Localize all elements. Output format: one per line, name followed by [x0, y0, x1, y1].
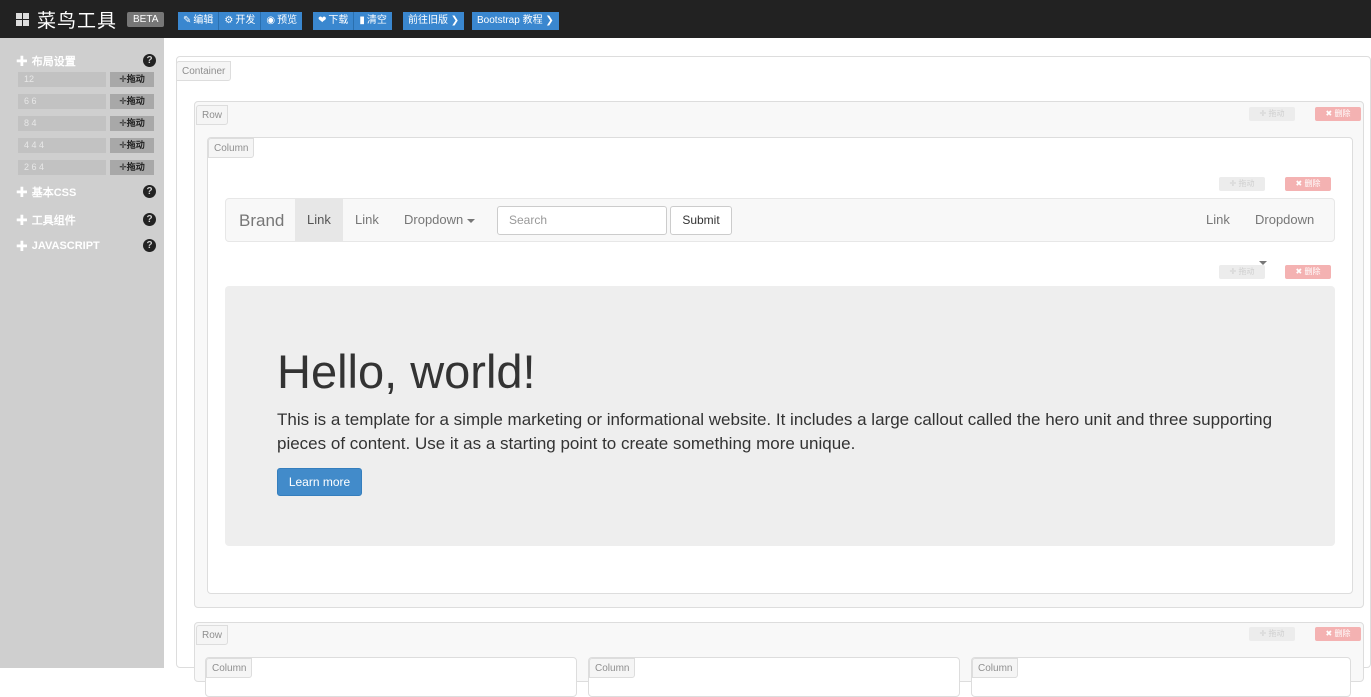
toolbar-group-file: ❤ 下载 ▮ 清空 [313, 12, 392, 30]
app-brand[interactable]: 菜鸟工具 BETA [16, 8, 165, 32]
grid-input[interactable]: 8 4 [18, 116, 106, 131]
help-icon[interactable]: ? [143, 54, 156, 67]
row-drag-button[interactable]: ✛ 拖动 [1249, 627, 1295, 641]
help-icon[interactable]: ? [143, 239, 156, 252]
grid-input[interactable]: 12 [18, 72, 106, 87]
plus-icon: ✚ [16, 212, 28, 228]
navbar-right-dropdown[interactable]: Dropdown [1243, 199, 1334, 265]
dev-button[interactable]: ⚙ 开发 [219, 12, 262, 30]
row-drag-button[interactable]: ✛ 拖动 [1249, 107, 1295, 121]
preview-button[interactable]: ◉ 预览 [261, 12, 303, 30]
grid-row-item: 8 4 ✛拖动 [18, 116, 154, 131]
column-label: Column [208, 138, 255, 158]
clear-button[interactable]: ▮ 清空 [354, 12, 392, 30]
learn-more-button[interactable]: Learn more [277, 468, 362, 496]
container-label: Container [176, 61, 232, 81]
help-icon[interactable]: ? [143, 185, 156, 198]
edit-button[interactable]: ✎ 编辑 [178, 12, 220, 30]
column-block[interactable] [971, 657, 1351, 697]
navbar-right-link[interactable]: Link [1194, 199, 1242, 241]
toolbar-group-tutorial: Bootstrap 教程 ❯ [472, 12, 559, 30]
caret-down-icon [1259, 260, 1267, 265]
chevron-right-icon: ❯ [545, 15, 554, 26]
drag-handle[interactable]: ✛拖动 [110, 116, 154, 131]
jumbotron-delete-button[interactable]: ✖ 删除 [1285, 265, 1331, 279]
grid-input[interactable]: 6 6 [18, 94, 106, 109]
sidebar-section-components[interactable]: ✚ 工具组件 ? [16, 211, 156, 229]
submit-button[interactable]: Submit [670, 206, 732, 235]
navbar-link[interactable]: Link [343, 199, 391, 241]
edit-icon: ✎ [183, 15, 192, 26]
sidebar-section-layout[interactable]: ✚ 布局设置 ? [16, 52, 156, 70]
top-navbar: 菜鸟工具 BETA ✎ 编辑 ⚙ 开发 ◉ 预览 ❤ 下载 ▮ 清空 前往旧版 ❯ Boo… [0, 0, 1371, 38]
column-label: Column [972, 658, 1019, 678]
jumbotron-heading: Hello, world! [277, 345, 536, 398]
app-title: 菜鸟工具 [37, 10, 118, 32]
jumbotron-component: Hello, world! This is a template for a s… [225, 286, 1335, 546]
plus-icon: ✚ [16, 53, 28, 69]
navbar-dropdown[interactable]: Dropdown [392, 199, 487, 241]
download-button[interactable]: ❤ 下载 [313, 12, 355, 30]
grid-input[interactable]: 4 4 4 [18, 138, 106, 153]
grid-input[interactable]: 2 6 4 [18, 160, 106, 175]
grid-row-item: 2 6 4 ✛拖动 [18, 160, 154, 175]
toolbar-group-links: 前往旧版 ❯ [403, 12, 465, 30]
bootstrap-tutorial-button[interactable]: Bootstrap 教程 ❯ [472, 12, 559, 30]
drag-handle[interactable]: ✛拖动 [110, 72, 154, 87]
jumbotron-drag-button[interactable]: ✛ 拖动 [1219, 265, 1265, 279]
plus-icon: ✚ [16, 238, 28, 254]
column-label: Column [206, 658, 253, 678]
search-input[interactable]: Search [497, 206, 667, 235]
row-delete-button[interactable]: ✖ 删除 [1315, 627, 1361, 641]
column-label: Column [589, 658, 636, 678]
old-version-button[interactable]: 前往旧版 ❯ [403, 12, 465, 30]
dev-icon: ⚙ [224, 15, 234, 26]
row-label: Row [196, 105, 229, 125]
navbar-link-active[interactable]: Link [295, 199, 343, 241]
eye-icon: ◉ [266, 15, 276, 26]
drag-handle[interactable]: ✛拖动 [110, 94, 154, 109]
grid-icon [16, 12, 29, 26]
sidebar-section-javascript[interactable]: ✚ JAVASCRIPT ? [16, 237, 156, 255]
column-block[interactable] [205, 657, 577, 697]
chevron-right-icon: ❯ [450, 15, 460, 26]
navbar-drag-button[interactable]: ✛ 拖动 [1219, 177, 1265, 191]
jumbotron-text: This is a template for a simple marketin… [277, 410, 1273, 453]
grid-row-item: 4 4 4 ✛拖动 [18, 138, 154, 153]
heart-icon: ❤ [318, 15, 327, 26]
drag-handle[interactable]: ✛拖动 [110, 160, 154, 175]
row-delete-button[interactable]: ✖ 删除 [1315, 107, 1361, 121]
toolbar-group-mode: ✎ 编辑 ⚙ 开发 ◉ 预览 [178, 12, 303, 30]
help-icon[interactable]: ? [143, 213, 156, 226]
column-block[interactable] [588, 657, 960, 697]
caret-down-icon [467, 218, 476, 223]
navbar-brand[interactable]: Brand [239, 211, 284, 231]
navbar-component: Brand Link Link Dropdown Search Submit L… [225, 198, 1335, 265]
navbar-delete-button[interactable]: ✖ 删除 [1285, 177, 1331, 191]
beta-badge: BETA [127, 11, 165, 27]
grid-row-item: 12 ✛拖动 [18, 72, 154, 87]
plus-icon: ✚ [16, 184, 28, 200]
drag-handle[interactable]: ✛拖动 [110, 138, 154, 153]
trash-icon: ▮ [359, 15, 365, 26]
grid-row-item: 6 6 ✛拖动 [18, 94, 154, 109]
sidebar-section-css[interactable]: ✚ 基本CSS ? [16, 183, 156, 201]
sidebar: ✚ 布局设置 ? 12 ✛拖动 6 6 ✛拖动 8 4 ✛拖动 4 4 4 ✛拖… [0, 38, 164, 668]
row-label: Row [196, 625, 229, 645]
